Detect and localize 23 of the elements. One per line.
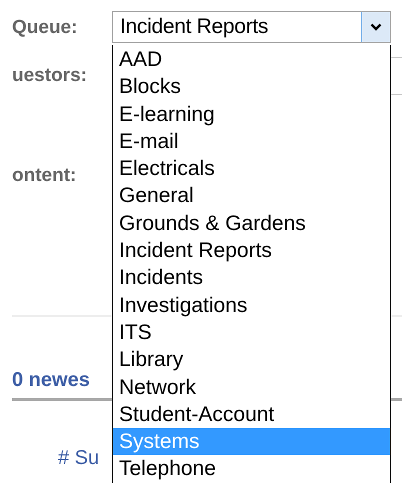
queue-select[interactable]: Incident Reports [112,11,391,43]
field-label: Queue: [11,16,78,39]
dropdown-option[interactable]: Incidents [113,264,390,292]
field-label: uestors: [11,65,88,87]
dropdown-option[interactable]: Grounds & Gardens [113,210,390,238]
dropdown-option[interactable]: Investigations [113,292,390,319]
chevron-down-icon [370,23,382,31]
dropdown-option[interactable]: Electricals [113,155,390,182]
dropdown-option[interactable]: Incident Reports [113,237,390,264]
dropdown-option[interactable]: Library [113,346,390,374]
dropdown-option[interactable]: General [113,182,390,210]
dropdown-option[interactable]: Telephone [113,455,390,483]
dropdown-option[interactable]: Student-Account [113,400,390,428]
section-heading: 0 newes [12,369,90,392]
dropdown-option[interactable]: Network [113,374,390,401]
column-header[interactable]: # Su [58,447,100,470]
dropdown-option[interactable]: Blocks [113,73,390,101]
dropdown-option[interactable]: E-mail [113,128,390,156]
dropdown-option[interactable]: E-learning [113,100,390,128]
field-label: ontent: [11,165,78,187]
dropdown-option[interactable]: ITS [113,318,390,346]
dropdown-option[interactable]: AAD [113,46,390,74]
dropdown-button[interactable] [361,12,390,42]
